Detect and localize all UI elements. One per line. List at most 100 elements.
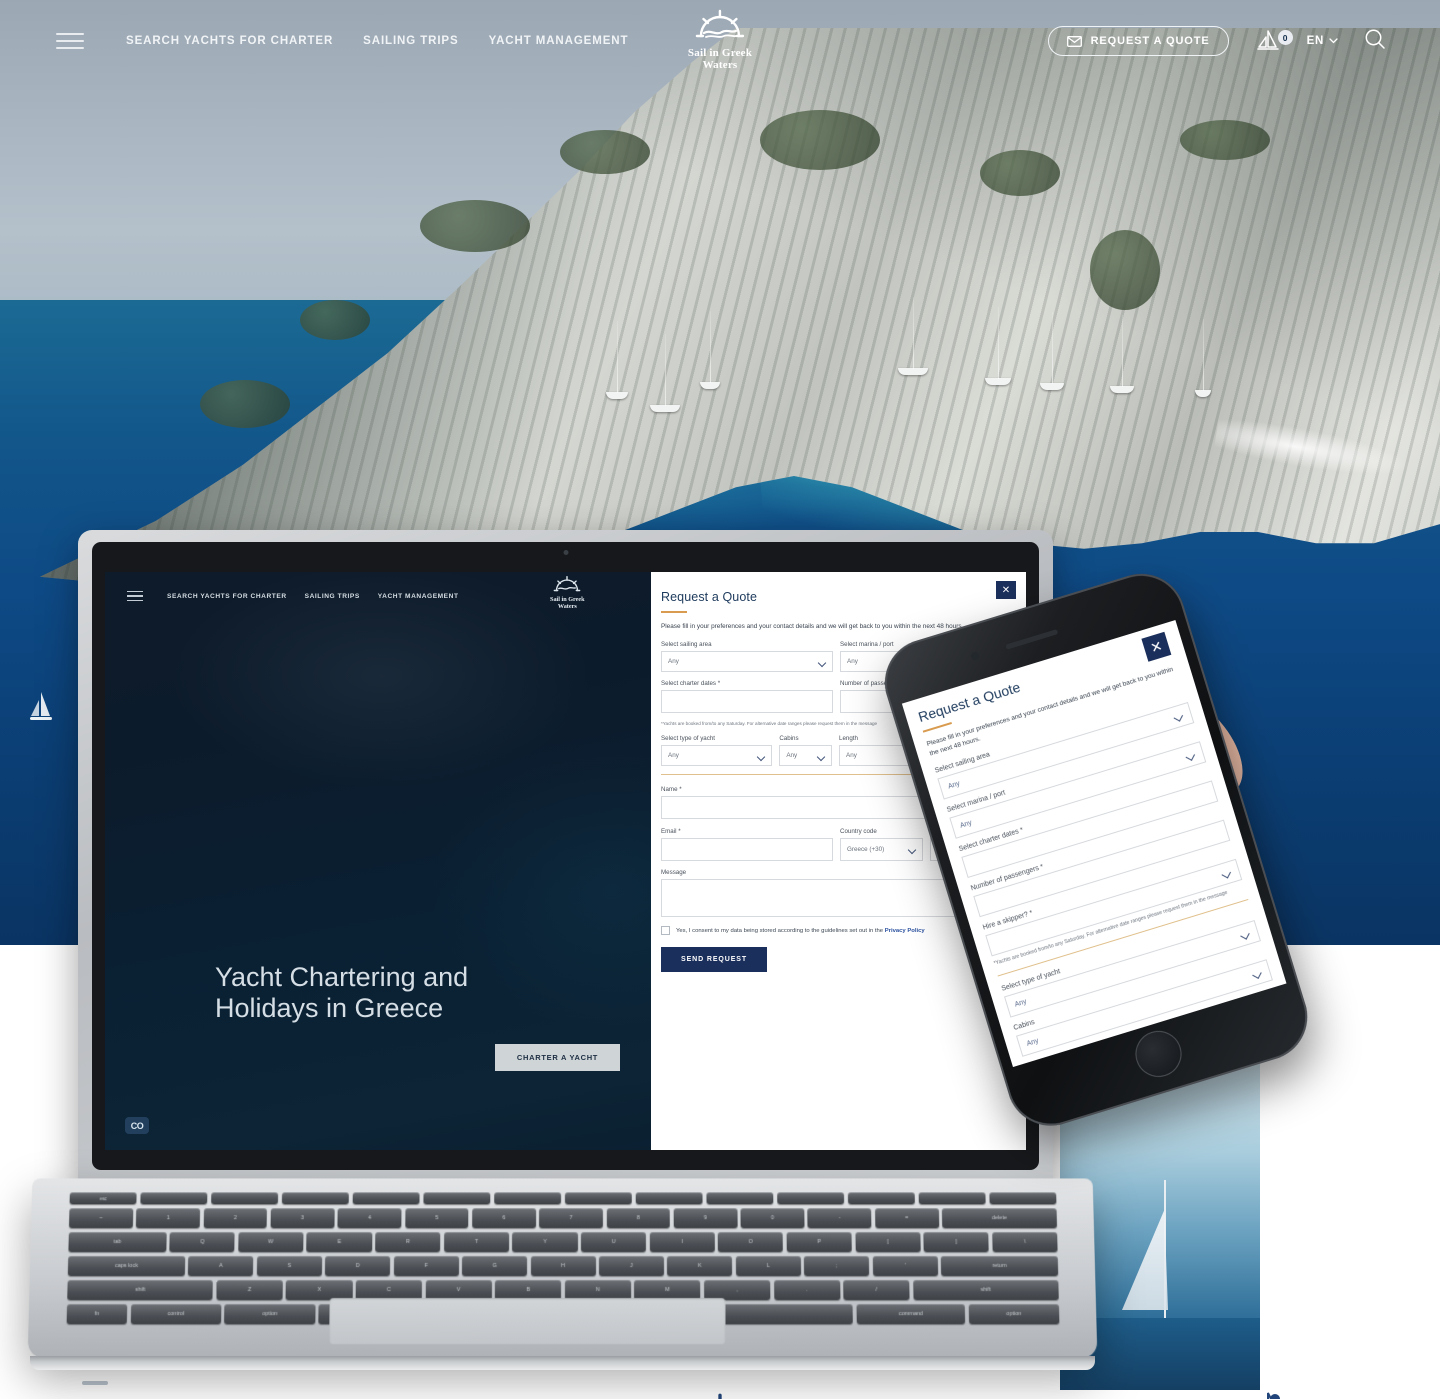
screen-nav-item-search-yachts[interactable]: SEARCH YACHTS FOR CHARTER [167, 593, 287, 600]
key-option-left[interactable]: option [224, 1304, 316, 1325]
key[interactable]: O [718, 1232, 784, 1253]
close-quote-panel-button[interactable]: ✕ [996, 581, 1016, 599]
key[interactable]: 6 [472, 1208, 536, 1229]
trackpad[interactable] [329, 1298, 726, 1345]
key[interactable]: 7 [539, 1208, 603, 1229]
wheel-icon[interactable] [1360, 1391, 1384, 1399]
nav-item-yacht-management[interactable]: YACHT MANAGEMENT [489, 35, 629, 47]
key[interactable]: E [306, 1232, 372, 1253]
key[interactable]: P [786, 1232, 852, 1253]
key-caps-lock[interactable]: caps lock [67, 1256, 186, 1276]
key[interactable]: V [425, 1279, 492, 1301]
key[interactable] [564, 1192, 633, 1205]
key[interactable]: = [874, 1208, 939, 1229]
screen-site-logo[interactable]: Sail in Greek Waters [550, 574, 585, 610]
nav-item-sailing-trips[interactable]: SAILING TRIPS [363, 35, 458, 47]
key[interactable]: esc [69, 1192, 138, 1205]
search-button[interactable] [1364, 28, 1386, 55]
hamburger-menu-icon[interactable] [56, 28, 84, 54]
key[interactable]: 1 [136, 1208, 201, 1229]
key[interactable] [847, 1192, 916, 1205]
key[interactable]: ~ [68, 1208, 134, 1229]
key[interactable] [918, 1192, 986, 1205]
key[interactable]: 8 [606, 1208, 671, 1229]
select-sailing-area[interactable]: Any [661, 651, 833, 672]
key[interactable]: [ [855, 1232, 921, 1253]
consent-checkbox[interactable] [661, 926, 670, 935]
key-delete[interactable]: delete [941, 1208, 1057, 1229]
key[interactable]: B [495, 1279, 562, 1301]
key[interactable] [140, 1192, 208, 1205]
screen-nav-item-yacht-management[interactable]: YACHT MANAGEMENT [378, 593, 459, 600]
key[interactable]: Z [216, 1279, 283, 1301]
key-shift-left[interactable]: shift [67, 1279, 214, 1301]
key[interactable]: - [807, 1208, 872, 1229]
key[interactable]: C [355, 1279, 423, 1301]
key-shift-right[interactable]: shift [912, 1279, 1059, 1301]
key[interactable] [706, 1192, 774, 1205]
key[interactable]: U [581, 1232, 647, 1253]
language-selector[interactable]: EN [1307, 35, 1338, 47]
key-control[interactable]: control [130, 1304, 222, 1325]
select-cabins[interactable]: Any [779, 745, 833, 766]
key[interactable]: D [325, 1256, 391, 1276]
key[interactable]: , [704, 1279, 771, 1301]
screen-nav-item-sailing-trips[interactable]: SAILING TRIPS [305, 593, 360, 600]
key[interactable]: 5 [404, 1208, 469, 1229]
send-request-button[interactable]: SEND REQUEST [661, 947, 768, 972]
key[interactable]: K [667, 1256, 733, 1276]
key[interactable]: 4 [337, 1208, 402, 1229]
key-return[interactable]: return [940, 1256, 1059, 1276]
site-logo[interactable]: Sail in Greek Waters [688, 6, 752, 71]
key[interactable]: T [443, 1232, 510, 1253]
key[interactable]: ' [872, 1256, 938, 1276]
key-tab[interactable]: tab [68, 1232, 167, 1253]
key[interactable]: F [393, 1256, 459, 1276]
select-type-of-yacht[interactable]: Any [661, 745, 773, 766]
input-charter-dates[interactable] [661, 690, 833, 713]
key[interactable]: J [598, 1256, 664, 1276]
input-email[interactable] [661, 838, 833, 861]
key[interactable]: ] [923, 1232, 990, 1253]
key[interactable]: M [634, 1279, 701, 1301]
key[interactable] [211, 1192, 279, 1205]
key[interactable]: R [375, 1232, 441, 1253]
key[interactable] [281, 1192, 350, 1205]
key[interactable]: I [649, 1232, 715, 1253]
key[interactable]: H [530, 1256, 596, 1276]
request-a-quote-button[interactable]: REQUEST A QUOTE [1047, 26, 1229, 56]
charter-a-yacht-button[interactable]: CHARTER A YACHT [494, 1044, 621, 1071]
key[interactable]: W [238, 1232, 304, 1253]
privacy-policy-link[interactable]: Privacy Policy [885, 928, 925, 934]
cookie-consent-badge[interactable]: CO [125, 1117, 149, 1134]
key[interactable] [494, 1192, 562, 1205]
nav-item-search-yachts[interactable]: SEARCH YACHTS FOR CHARTER [126, 35, 333, 47]
key[interactable]: Y [512, 1232, 578, 1253]
sailboat-icon[interactable] [1256, 1391, 1280, 1399]
key[interactable] [776, 1192, 845, 1205]
key[interactable]: N [564, 1279, 631, 1301]
select-country-code[interactable]: Greece (+30) [840, 838, 923, 861]
key[interactable]: . [773, 1279, 841, 1301]
screen-hamburger-icon[interactable] [127, 588, 143, 604]
footer-ships-wheel-logo-icon[interactable] [691, 1389, 749, 1399]
key[interactable]: S [256, 1256, 322, 1276]
phone-home-button[interactable] [1129, 1025, 1188, 1083]
key[interactable]: L [735, 1256, 801, 1276]
key[interactable]: \ [992, 1232, 1058, 1253]
key[interactable]: X [286, 1279, 353, 1301]
key[interactable]: G [462, 1256, 528, 1276]
key[interactable] [423, 1192, 491, 1205]
anchor-icon[interactable] [1308, 1391, 1332, 1399]
key[interactable]: ; [804, 1256, 870, 1276]
key[interactable] [352, 1192, 420, 1205]
key[interactable]: A [188, 1256, 254, 1276]
key-command-right[interactable]: command [856, 1304, 966, 1325]
key-option-right[interactable]: option [968, 1304, 1060, 1325]
key[interactable]: 3 [270, 1208, 335, 1229]
key[interactable]: Q [169, 1232, 235, 1253]
cart-button[interactable]: 0 [1255, 28, 1293, 54]
key[interactable]: 9 [673, 1208, 738, 1229]
key[interactable] [988, 1192, 1057, 1205]
key[interactable]: 0 [740, 1208, 805, 1229]
